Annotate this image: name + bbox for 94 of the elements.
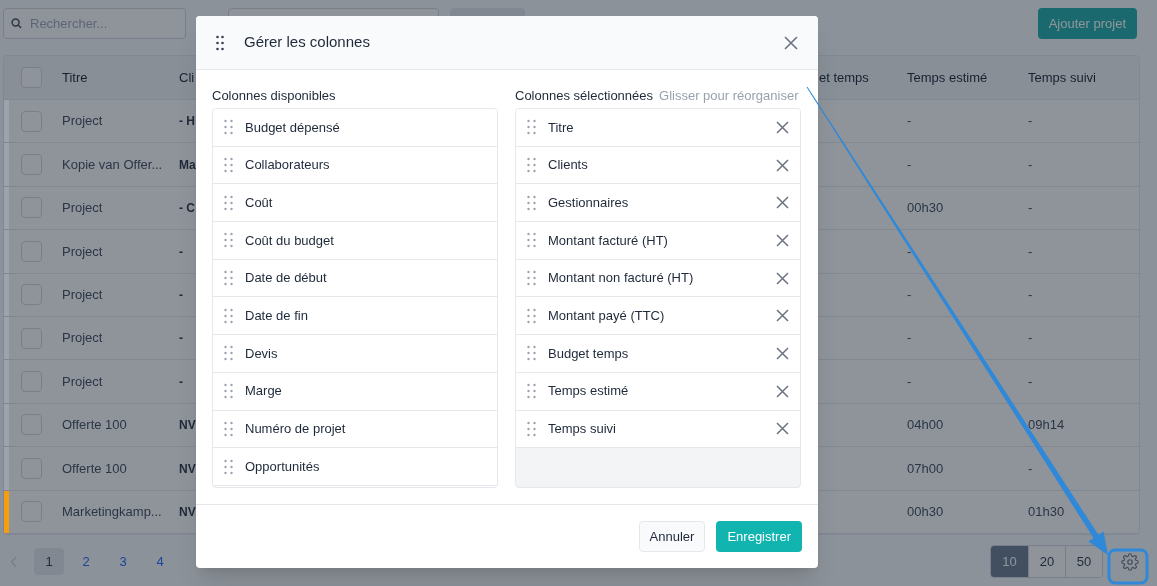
- list-label: Colonnes disponibles: [212, 87, 337, 105]
- column-header[interactable]: Titre: [62, 69, 88, 85]
- remove-icon[interactable]: [776, 309, 789, 323]
- drag-handle-icon[interactable]: [527, 307, 536, 324]
- table-cell: -: [179, 331, 183, 346]
- table-cell: -: [907, 113, 912, 129]
- column-list-item[interactable]: Titre: [516, 109, 800, 147]
- table-cell: Project: [62, 287, 103, 302]
- drag-handle-icon[interactable]: [527, 345, 536, 362]
- table-cell: NV: [179, 461, 196, 476]
- drag-handle-icon[interactable]: [527, 119, 536, 136]
- column-list-item[interactable]: Temps suivi: [516, 410, 800, 449]
- table-cell: NV: [179, 504, 196, 519]
- table-cell: - C: [179, 201, 195, 216]
- drag-handle-icon[interactable]: [224, 420, 233, 437]
- table-cell: -: [1028, 243, 1033, 259]
- column-header[interactable]: Temps suivi: [1028, 69, 1096, 85]
- table-cell: -: [907, 330, 912, 346]
- table-cell: Project: [62, 200, 103, 216]
- remove-icon[interactable]: [776, 384, 789, 398]
- column-list-item[interactable]: Montant facturé (HT): [516, 222, 800, 260]
- settings-icon: [1121, 552, 1139, 571]
- list-label: Colonnes sélectionnées: [515, 87, 654, 105]
- remove-icon[interactable]: [776, 422, 789, 436]
- drag-handle-icon[interactable]: [527, 232, 536, 249]
- close-icon[interactable]: [784, 35, 798, 50]
- cancel-button[interactable]: Annuler: [638, 521, 706, 552]
- table-cell: 00h30: [907, 200, 944, 216]
- column-header[interactable]: et temps: [819, 69, 869, 85]
- table-cell: - H: [179, 114, 195, 129]
- table-cell: -: [1028, 113, 1033, 129]
- hint-text: Glisser pour réorganiser: [659, 87, 799, 105]
- column-list-item[interactable]: Montant non facturé (HT): [516, 259, 800, 298]
- table-cell: Offerte 100: [62, 460, 127, 476]
- table-cell: Project: [62, 330, 103, 346]
- remove-icon[interactable]: [776, 196, 789, 210]
- page-size-button[interactable]: 50: [1065, 546, 1102, 578]
- column-list-item[interactable]: Gestionnaires: [516, 184, 800, 223]
- table-cell: -: [1028, 330, 1033, 346]
- drag-handle-icon[interactable]: [224, 307, 233, 324]
- table-cell: 04h00: [907, 417, 944, 433]
- table-cell: NV: [179, 418, 196, 433]
- column-list-item[interactable]: Budget dépensé: [213, 109, 497, 147]
- table-cell: -: [179, 244, 183, 259]
- column-header[interactable]: Temps estimé: [907, 69, 988, 85]
- drag-handle-icon[interactable]: [224, 270, 233, 287]
- remove-icon[interactable]: [776, 233, 789, 247]
- column-list-item[interactable]: Temps estimé: [516, 372, 800, 411]
- remove-icon[interactable]: [776, 271, 789, 285]
- table-cell: 07h00: [907, 460, 944, 476]
- table-cell: -: [1028, 200, 1033, 216]
- remove-icon[interactable]: [776, 120, 789, 134]
- column-list-item[interactable]: Clients: [516, 146, 800, 185]
- table-cell: -: [1028, 156, 1033, 172]
- drag-handle-icon[interactable]: [216, 34, 224, 51]
- drag-handle-icon[interactable]: [527, 270, 536, 287]
- table-cell: Project: [62, 243, 103, 259]
- table-cell: -: [1028, 373, 1033, 389]
- drag-handle-icon[interactable]: [527, 194, 536, 211]
- drag-handle-icon[interactable]: [224, 119, 233, 136]
- column-list-item[interactable]: Budget temps: [516, 335, 800, 373]
- search-icon: [11, 18, 22, 29]
- table-cell: Project: [62, 113, 103, 129]
- drag-handle-icon[interactable]: [224, 194, 233, 211]
- table-cell: -: [1028, 287, 1033, 302]
- drag-handle-icon[interactable]: [527, 383, 536, 400]
- table-cell: 01h30: [1028, 503, 1065, 519]
- table-cell: -: [1028, 460, 1033, 476]
- drag-handle-icon[interactable]: [224, 157, 233, 174]
- table-cell: Ma: [179, 157, 196, 172]
- drag-handle-icon[interactable]: [224, 383, 233, 400]
- dialog-title: Gérer les colonnes: [244, 32, 370, 53]
- remove-icon[interactable]: [776, 158, 789, 172]
- table-cell: 00h30: [907, 503, 944, 519]
- drag-handle-icon[interactable]: [224, 345, 233, 362]
- table-cell: -: [907, 373, 912, 389]
- table-cell: Project: [62, 373, 103, 389]
- table-cell: -: [179, 288, 183, 302]
- drag-handle-icon[interactable]: [527, 420, 536, 437]
- drag-handle-icon[interactable]: [527, 157, 536, 174]
- column-list-item[interactable]: Montant payé (TTC): [516, 297, 800, 336]
- table-cell: -: [179, 374, 183, 389]
- table-cell: -: [907, 243, 912, 259]
- table-cell: 09h14: [1028, 417, 1065, 433]
- drag-handle-icon[interactable]: [224, 232, 233, 249]
- column-header[interactable]: Cli: [179, 69, 195, 85]
- remove-icon[interactable]: [776, 346, 789, 360]
- table-cell: -: [907, 156, 912, 172]
- table-cell: Kopie van Offer...: [62, 156, 163, 172]
- drag-handle-icon[interactable]: [224, 458, 233, 475]
- table-cell: Marketingkamp...: [62, 503, 162, 519]
- page-button[interactable]: 1: [34, 548, 64, 576]
- table-cell: Offerte 100: [62, 417, 127, 433]
- table-cell: -: [907, 287, 912, 302]
